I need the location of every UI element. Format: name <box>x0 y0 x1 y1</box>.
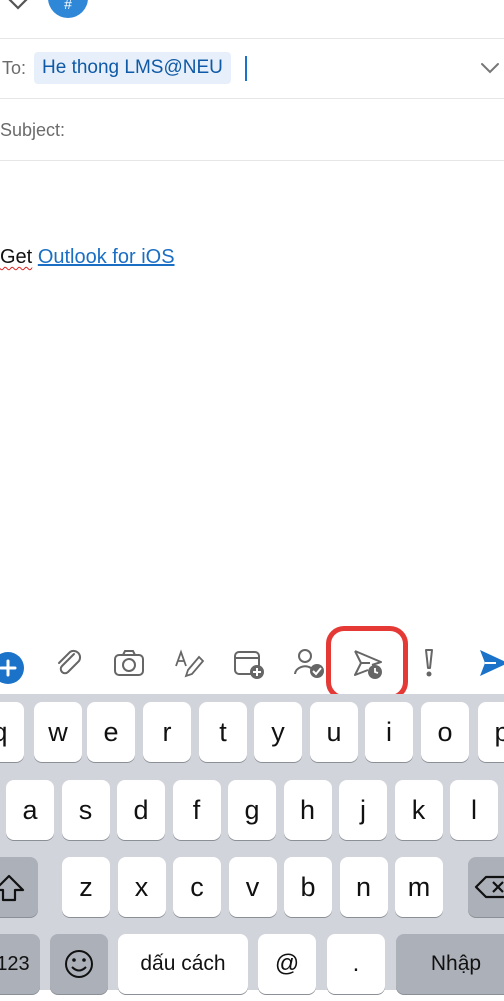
outlook-ios-link[interactable]: Outlook for iOS <box>38 246 175 268</box>
importance-icon[interactable] <box>412 646 446 680</box>
key-v[interactable]: v <box>228 857 277 917</box>
key-x[interactable]: x <box>117 857 166 917</box>
key-w[interactable]: w <box>34 702 82 762</box>
camera-icon[interactable] <box>112 646 146 680</box>
account-avatar[interactable]: # <box>48 0 88 18</box>
key-q-label: q <box>0 702 24 762</box>
to-label: To: <box>2 58 27 78</box>
subject-label: Subject: <box>0 120 66 140</box>
key-n-label: n <box>355 872 372 902</box>
key-k[interactable]: k <box>394 780 443 840</box>
key-a-label: a <box>22 795 38 825</box>
key-d[interactable]: d <box>117 780 165 840</box>
backspace-key[interactable] <box>468 857 504 917</box>
at-key-label: @ <box>274 950 300 977</box>
key-f-label: f <box>192 795 201 825</box>
compose-header: # <box>0 0 504 39</box>
key-r[interactable]: r <box>143 702 191 762</box>
key-m[interactable]: m <box>395 857 443 917</box>
key-e[interactable]: e <box>87 702 135 762</box>
key-b-label: b <box>300 872 316 902</box>
key-p[interactable]: p <box>478 702 504 762</box>
key-i-label: i <box>386 717 392 747</box>
plus-icon <box>0 659 17 677</box>
key-x-label: x <box>134 872 149 902</box>
close-icon[interactable] <box>2 0 32 18</box>
key-e-label: e <box>103 717 119 747</box>
format-text-icon[interactable] <box>172 646 206 680</box>
emoji-icon <box>65 950 93 978</box>
key-q[interactable]: q <box>0 702 24 762</box>
period-key[interactable]: . <box>327 934 385 994</box>
backspace-icon <box>474 875 504 899</box>
calendar-add-icon[interactable] <box>232 646 266 680</box>
at-key[interactable]: @ <box>258 934 316 994</box>
shift-icon <box>0 874 25 902</box>
highlight-annotation <box>326 626 408 700</box>
recipient-chip[interactable]: He thong LMS@NEU <box>34 52 231 84</box>
key-d-label: d <box>133 795 149 825</box>
chevron-down-icon[interactable] <box>478 58 502 78</box>
signature-prefix: Get <box>0 246 33 268</box>
key-a[interactable]: a <box>6 780 54 840</box>
key-n[interactable]: n <box>339 857 388 917</box>
key-j-label: j <box>360 795 366 825</box>
keyboard: qw e r t y u i o p a s d f g h j k l z x c v b n m 123 dấu cách @. N… <box>0 694 504 994</box>
key-s-label: s <box>78 795 93 825</box>
key-f[interactable]: f <box>172 780 221 840</box>
key-l[interactable]: l <box>450 780 498 840</box>
key-z-label: z <box>79 872 93 902</box>
key-p-label: p <box>494 717 504 747</box>
numbers-key[interactable]: 123 <box>0 934 40 994</box>
shift-key[interactable] <box>0 857 38 917</box>
key-j[interactable]: j <box>339 780 387 840</box>
key-c[interactable]: c <box>173 857 221 917</box>
key-h-label: h <box>299 795 316 825</box>
key-o-label: o <box>437 717 453 747</box>
key-v-label: v <box>245 872 260 902</box>
key-s[interactable]: s <box>61 780 110 840</box>
key-w-label: w <box>48 717 68 747</box>
key-g-label: g <box>244 795 260 825</box>
to-row: To: He thong LMS@NEU <box>0 38 504 99</box>
email-body[interactable]: Get Outlook for iOS <box>0 246 175 269</box>
emoji-key[interactable] <box>50 934 108 994</box>
send-icon[interactable] <box>478 646 504 680</box>
text-cursor <box>245 56 247 81</box>
contact-check-icon[interactable] <box>292 646 326 680</box>
space-key[interactable]: dấu cách <box>118 934 248 994</box>
numbers-key-label: 123 <box>0 953 30 975</box>
space-key-label: dấu cách <box>140 952 226 975</box>
key-l-label: l <box>471 795 477 825</box>
period-key-label: . <box>352 950 360 977</box>
return-key[interactable]: Nhập <box>396 934 504 994</box>
key-t[interactable]: t <box>199 702 247 762</box>
return-key-label: Nhập <box>430 952 482 975</box>
key-h[interactable]: h <box>283 780 332 840</box>
key-t-label: t <box>219 717 227 747</box>
add-button[interactable] <box>0 652 24 684</box>
key-i[interactable]: i <box>365 702 413 762</box>
key-g[interactable]: g <box>228 780 276 840</box>
key-y[interactable]: y <box>254 702 302 762</box>
key-y-label: y <box>271 717 285 747</box>
compose-toolbar <box>0 630 504 694</box>
key-u[interactable]: u <box>310 702 358 762</box>
key-o[interactable]: o <box>421 702 469 762</box>
key-m-label: m <box>407 872 431 902</box>
key-c-label: c <box>190 872 204 902</box>
key-k-label: k <box>411 795 426 825</box>
key-r-label: r <box>162 717 172 747</box>
key-z[interactable]: z <box>62 857 110 917</box>
key-b[interactable]: b <box>284 857 332 917</box>
attach-icon[interactable] <box>52 646 86 680</box>
key-u-label: u <box>326 717 342 747</box>
subject-field[interactable]: Subject: <box>0 98 504 161</box>
